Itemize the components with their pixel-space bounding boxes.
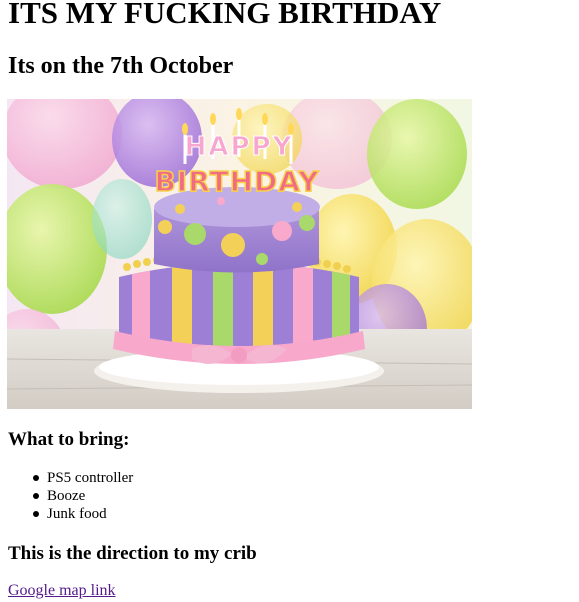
bullet-icon (33, 475, 39, 481)
list-item: PS5 controller (33, 469, 134, 487)
bullet-icon (33, 511, 39, 517)
date-subtitle: Its on the 7th October (8, 53, 234, 79)
directions-heading: This is the direction to my crib (8, 543, 257, 564)
list-item-label: Booze (47, 488, 86, 504)
bring-list: PS5 controller Booze Junk food (8, 469, 133, 523)
list-item-label: Junk food (47, 506, 107, 522)
cake-topper-happy: HAPPY (185, 132, 294, 162)
google-map-link[interactable]: Google map link (8, 582, 116, 600)
bring-heading: What to bring: (8, 429, 130, 450)
birthday-cake-image: HAPPY BIRTHDAY (7, 99, 472, 409)
list-item: Junk food (33, 505, 133, 523)
page-title: ITS MY FUCKING BIRTHDAY (8, 0, 442, 30)
cake-topper-birthday: BIRTHDAY (154, 165, 319, 198)
bullet-icon (33, 493, 39, 499)
list-item-label: PS5 controller (47, 470, 134, 486)
list-item: Booze (33, 487, 133, 505)
